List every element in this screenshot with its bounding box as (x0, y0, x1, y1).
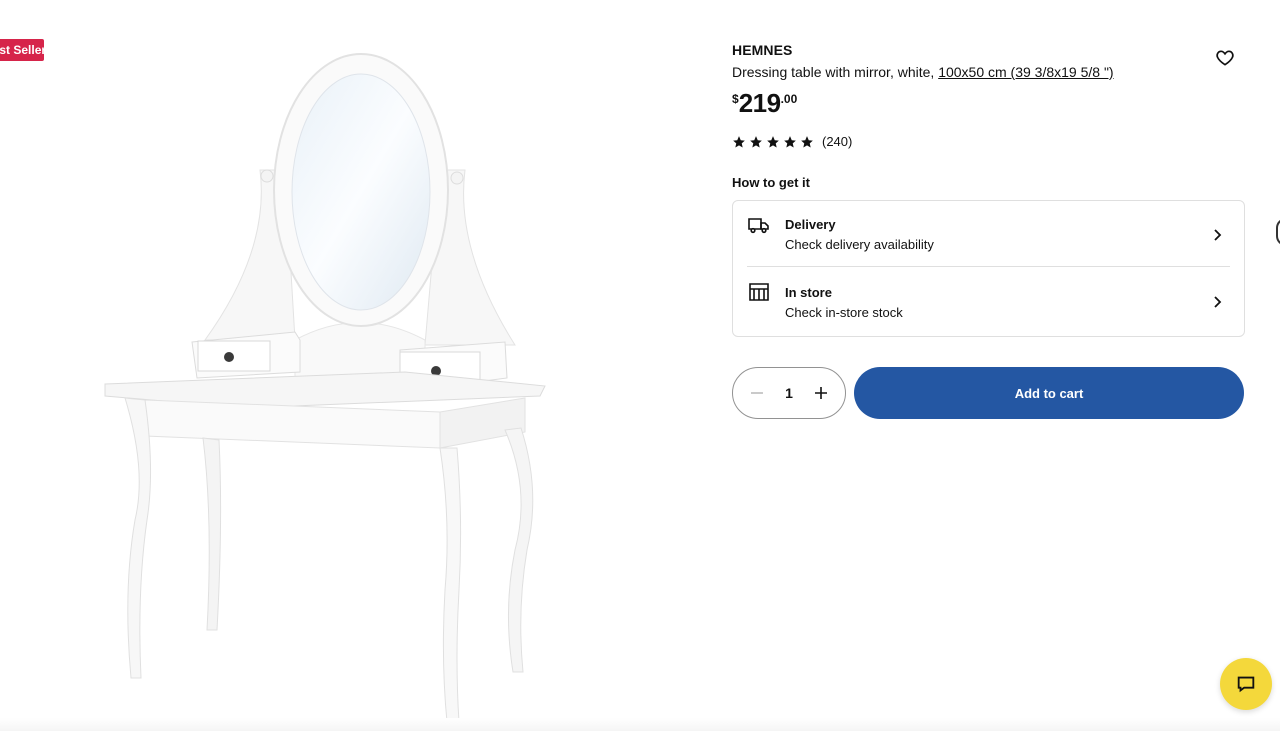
heart-icon[interactable] (1215, 48, 1235, 68)
quantity-value[interactable]: 1 (785, 385, 793, 401)
fulfillment-heading: How to get it (732, 175, 810, 190)
plus-icon (814, 387, 827, 399)
chat-button[interactable] (1220, 658, 1272, 710)
star-icon (733, 135, 745, 148)
price-currency: $ (732, 92, 739, 106)
page-bottom-edge (0, 718, 1280, 731)
price-integer: 219 (738, 88, 781, 118)
product-price: $ 219 .00 (732, 90, 1244, 116)
product-image (104, 53, 546, 723)
image-nav-button[interactable] (1276, 218, 1280, 246)
add-to-cart-button[interactable]: Add to cart (854, 367, 1244, 419)
delivery-option[interactable]: Delivery Check delivery availability (747, 203, 1230, 267)
product-rating[interactable]: (240) (732, 134, 1244, 149)
in-store-subtitle: Check in-store stock (785, 304, 903, 320)
in-store-title: In store (785, 284, 832, 300)
decrease-quantity-button[interactable] (749, 385, 765, 401)
chevron-right-icon (1214, 296, 1222, 308)
size-link[interactable]: 100x50 cm (39 3/8x19 5/8 ") (938, 64, 1113, 80)
star-icon (750, 135, 762, 148)
minus-icon (751, 392, 763, 394)
quantity-stepper: 1 (732, 367, 846, 419)
in-store-option[interactable]: In store Check in-store stock (747, 270, 1230, 334)
rating-count: (240) (822, 134, 853, 149)
product-description: Dressing table with mirror, white, 100x5… (732, 64, 1244, 80)
purchase-row: 1 Add to cart (732, 367, 1244, 419)
delivery-subtitle: Check delivery availability (785, 237, 934, 252)
star-icon (767, 135, 779, 148)
product-brand: HEMNES (732, 42, 793, 58)
store-icon (749, 283, 769, 301)
star-icon (801, 135, 813, 148)
chevron-right-icon (1214, 228, 1222, 241)
best-seller-badge: Best Seller (0, 39, 44, 61)
description-text: Dressing table with mirror, white, (732, 64, 939, 80)
chat-icon (1237, 676, 1255, 693)
price-decimals: .00 (780, 92, 798, 106)
truck-icon (748, 217, 769, 233)
rating-stars (732, 135, 814, 149)
increase-quantity-button[interactable] (813, 385, 829, 401)
star-icon (784, 135, 796, 148)
delivery-title: Delivery (785, 217, 836, 232)
fulfillment-options: Delivery Check delivery availability In … (732, 200, 1245, 337)
